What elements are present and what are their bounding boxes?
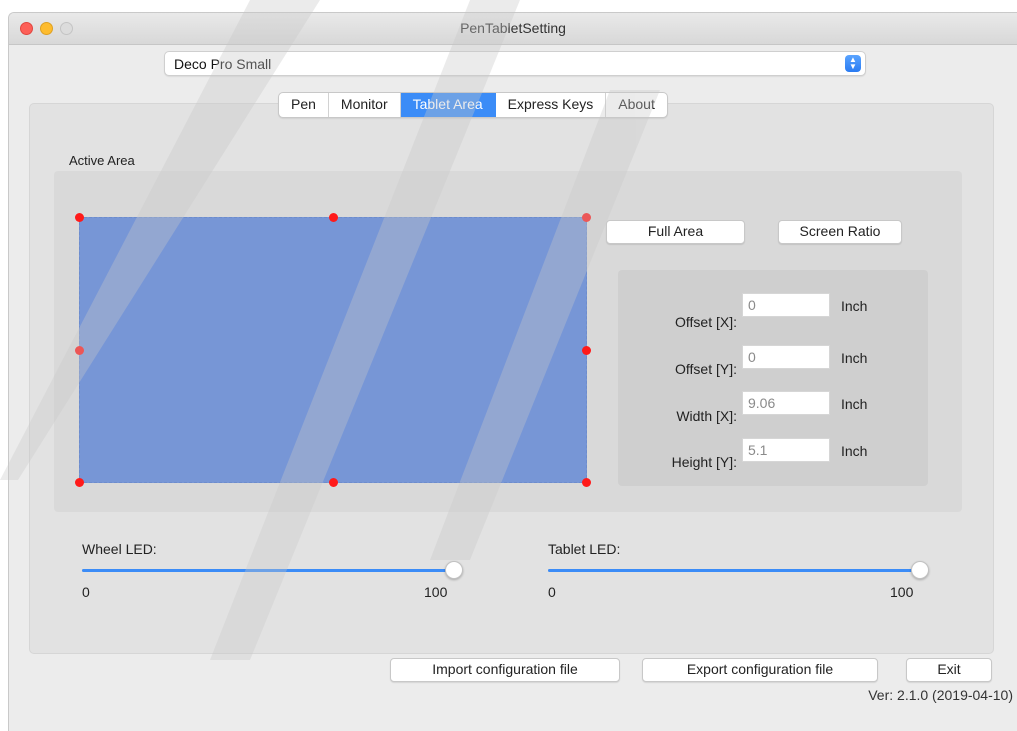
resize-handle-middle-right[interactable] (582, 346, 591, 355)
tab-bar: Pen Monitor Tablet Area Express Keys Abo… (278, 92, 668, 118)
resize-handle-bottom-left[interactable] (75, 478, 84, 487)
device-select-value: Deco Pro Small (174, 56, 272, 72)
tab-pen[interactable]: Pen (279, 93, 329, 117)
full-area-button[interactable]: Full Area (606, 220, 745, 244)
export-config-button[interactable]: Export configuration file (642, 658, 878, 682)
tablet-led-slider[interactable] (548, 569, 920, 572)
resize-handle-middle-left[interactable] (75, 346, 84, 355)
tab-about[interactable]: About (606, 93, 667, 117)
offset-x-unit: Inch (841, 298, 868, 314)
tab-monitor[interactable]: Monitor (329, 93, 401, 117)
resize-handle-bottom-middle[interactable] (329, 478, 338, 487)
window-title: PenTabletSetting (460, 20, 566, 36)
updown-chevron-icon[interactable]: ▲ ▼ (845, 55, 861, 72)
resize-handle-top-left[interactable] (75, 213, 84, 222)
offset-y-input[interactable]: 0 (742, 345, 830, 369)
offset-x-input[interactable]: 0 (742, 293, 830, 317)
width-x-label: Width [X]: (676, 408, 737, 424)
device-select[interactable]: Deco Pro Small ▲ ▼ (164, 51, 866, 76)
tablet-led-fill (548, 569, 920, 572)
resize-handle-bottom-right[interactable] (582, 478, 591, 487)
offset-y-unit: Inch (841, 350, 868, 366)
width-x-unit: Inch (841, 396, 868, 412)
tablet-area-rect[interactable] (75, 213, 591, 487)
resize-handle-top-middle[interactable] (329, 213, 338, 222)
resize-handle-top-right[interactable] (582, 213, 591, 222)
active-area-label: Active Area (69, 153, 135, 168)
wheel-led-label: Wheel LED: (82, 541, 157, 557)
wheel-led-slider[interactable] (82, 569, 454, 572)
height-y-input[interactable]: 5.1 (742, 438, 830, 462)
tablet-led-max: 100 (890, 584, 914, 600)
tablet-led-min: 0 (548, 584, 556, 600)
exit-button[interactable]: Exit (906, 658, 992, 682)
tablet-led-knob[interactable] (911, 561, 929, 579)
wheel-led-fill (82, 569, 454, 572)
width-x-input[interactable]: 9.06 (742, 391, 830, 415)
tab-tablet-area[interactable]: Tablet Area (400, 93, 496, 117)
offset-x-label: Offset [X]: (675, 314, 737, 330)
title-bar[interactable]: PenTabletSetting (9, 13, 1017, 45)
wheel-led-min: 0 (82, 584, 90, 600)
screen-ratio-button[interactable]: Screen Ratio (778, 220, 902, 244)
height-y-unit: Inch (841, 443, 868, 459)
height-y-label: Height [Y]: (671, 454, 737, 470)
tablet-led-label: Tablet LED: (548, 541, 621, 557)
version-label: Ver: 2.1.0 (2019-04-10) (868, 687, 1013, 703)
offset-y-label: Offset [Y]: (675, 361, 737, 377)
import-config-button[interactable]: Import configuration file (390, 658, 620, 682)
wheel-led-knob[interactable] (445, 561, 463, 579)
tab-express-keys[interactable]: Express Keys (496, 93, 607, 117)
wheel-led-max: 100 (424, 584, 448, 600)
